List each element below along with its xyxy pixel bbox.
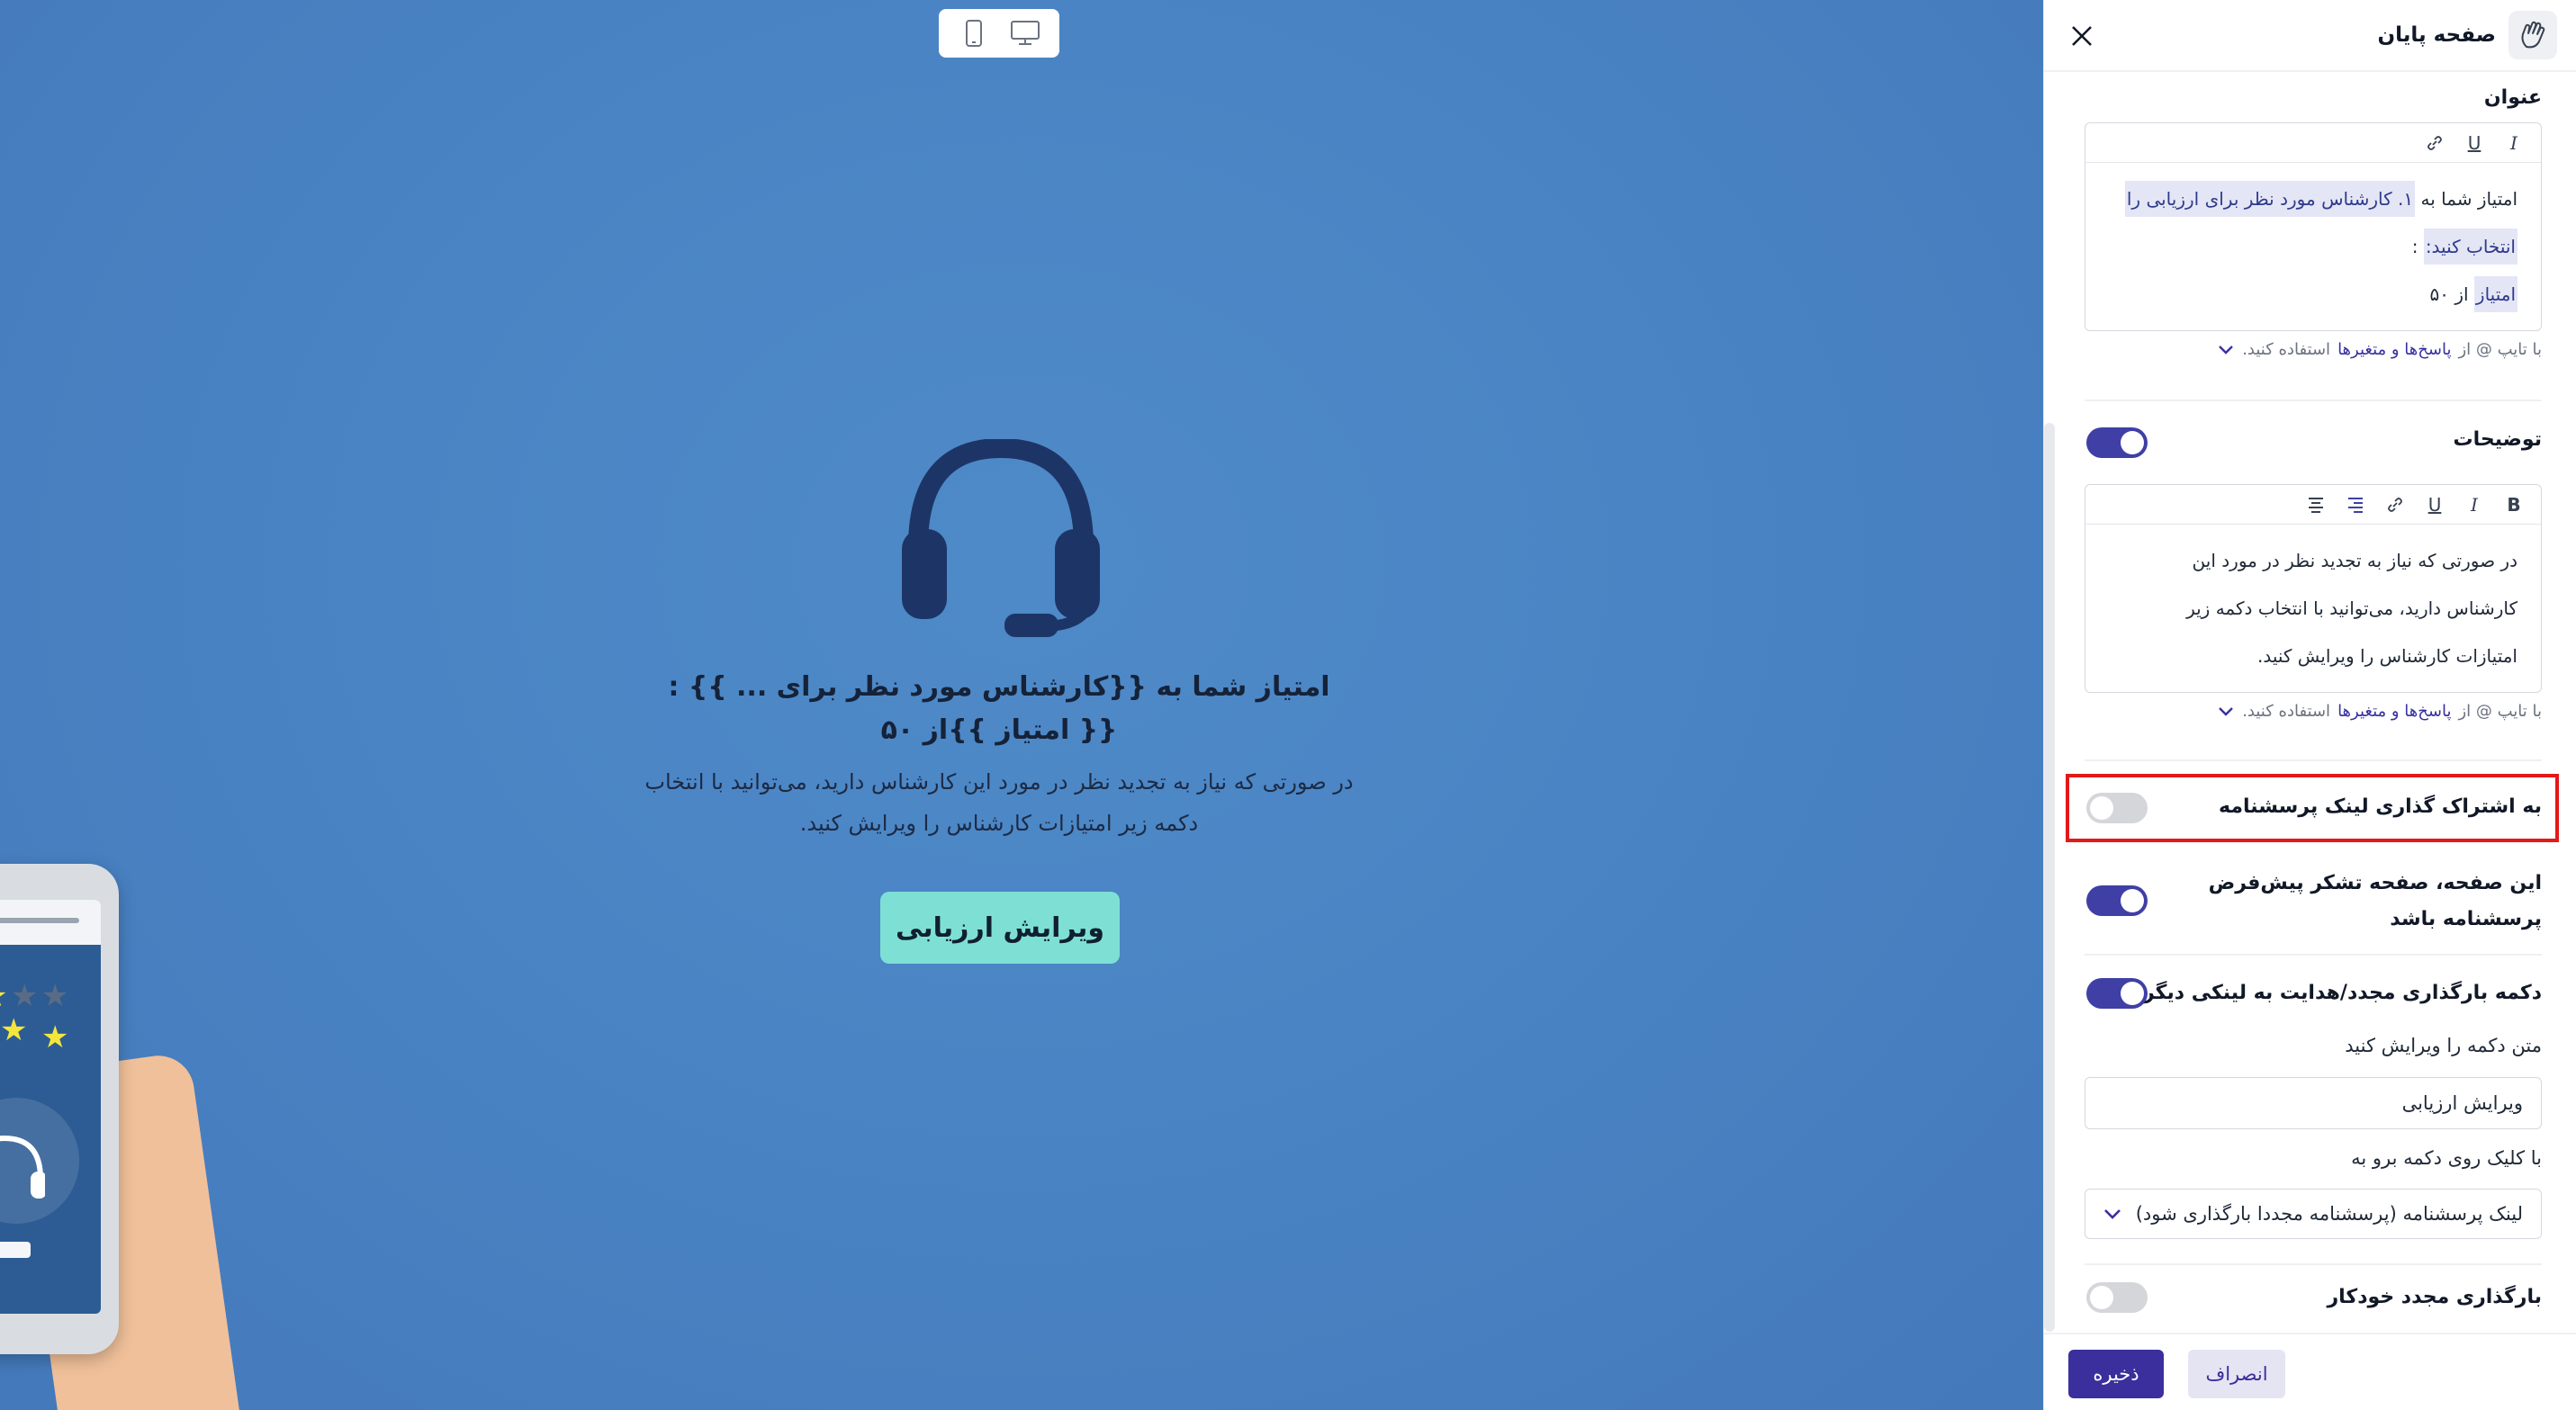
on-click-selected: لینک پرسشنامه (پرسشنامه مجددا بارگذاری ش…	[2135, 1203, 2523, 1225]
result-title-line2: {{ امتیاز }}از ۵۰	[880, 714, 1118, 746]
auto-reload-label: بارگذاری مجدد خودکار	[2327, 1286, 2542, 1308]
close-icon	[2072, 26, 2092, 46]
variable-chip: امتیاز	[2473, 276, 2517, 312]
preview-canvas: امتیاز شما به {{کارشناس مورد نظر برای ..…	[0, 0, 2043, 1410]
align-center-icon[interactable]	[2303, 492, 2328, 517]
result-description: در صورتی که نیاز به تجدید نظر در مورد ای…	[630, 761, 1368, 844]
panel-header: صفحه پایان	[2044, 0, 2576, 72]
divider	[2085, 400, 2542, 401]
underline-icon[interactable]: U	[2462, 130, 2487, 156]
close-button[interactable]	[2064, 18, 2100, 54]
title-editor[interactable]: I U امتیاز شما به ۱. کارشناس مورد نظر بر…	[2085, 122, 2542, 331]
default-thanks-label: این صفحه، صفحه تشکر پیش‌فرض پرسشنامه باش…	[2208, 872, 2542, 930]
underline-icon[interactable]: U	[2422, 492, 2447, 517]
description-label: توضیحات	[2453, 428, 2542, 451]
chevron-down-icon[interactable]	[2217, 341, 2235, 359]
panel-title: صفحه پایان	[2377, 23, 2497, 47]
chevron-down-icon	[2104, 1209, 2121, 1219]
result-description-line1: در صورتی که نیاز به تجدید نظر در مورد ای…	[644, 769, 1354, 795]
desktop-icon	[1010, 21, 1040, 45]
title-hint: با تایپ @ از پاسخ‌ها و متغیرها استفاده ک…	[2217, 340, 2542, 359]
phone-headset-icon	[0, 1135, 45, 1199]
on-click-label: با کلیک روی دکمه برو به	[2351, 1147, 2542, 1169]
title-editor-body[interactable]: امتیاز شما به ۱. کارشناس مورد نظر برای ا…	[2085, 163, 2541, 331]
star-icon: ★	[0, 981, 7, 1011]
result-title-line1: امتیاز شما به {{کارشناس مورد نظر برای ..…	[668, 671, 1330, 703]
settings-panel: صفحه پایان عنوان I U امتیاز شما به ۱. کا…	[2043, 0, 2576, 1410]
desktop-view-button[interactable]	[1004, 15, 1047, 51]
divider	[2085, 954, 2542, 956]
description-editor[interactable]: B I U در صورتی که نیاز به تجدید نظر در م…	[2085, 484, 2542, 693]
variable-chip: انتخاب کنید:	[2423, 229, 2517, 265]
panel-footer: ذخیره انصراف	[2044, 1333, 2576, 1410]
phone-screen: ★ ★ ★ ★ ★	[0, 900, 101, 1314]
star-icon: ★	[11, 978, 39, 1014]
button-text-label: متن دکمه را ویرایش کنید	[2345, 1035, 2542, 1056]
star-icon: ★	[41, 978, 69, 1014]
bold-icon[interactable]: B	[2501, 492, 2526, 517]
phone-topbar	[0, 900, 101, 945]
share-link-toggle[interactable]	[2086, 793, 2148, 823]
title-line3: امتیاز از ۵۰	[2109, 271, 2517, 319]
auto-reload-toggle[interactable]	[2086, 1282, 2148, 1313]
mobile-icon	[965, 20, 982, 47]
title-label: عنوان	[2483, 86, 2542, 109]
reload-button-label: دکمه بارگذاری مجدد/هدایت به لینکی دیگر	[2143, 982, 2542, 1004]
button-text-input[interactable]: ویرایش ارزیابی	[2085, 1077, 2542, 1129]
headset-icon	[902, 439, 1100, 637]
description-hint: با تایپ @ از پاسخ‌ها و متغیرها استفاده ک…	[2217, 702, 2542, 721]
device-toggle	[939, 9, 1059, 58]
reload-button-toggle[interactable]	[2086, 978, 2148, 1009]
description-editor-body[interactable]: در صورتی که نیاز به تجدید نظر در مورد ای…	[2085, 525, 2541, 693]
edit-evaluation-button[interactable]: ویرایش ارزیابی	[880, 892, 1120, 964]
title-line2: انتخاب کنید: :	[2109, 223, 2517, 271]
title-line1: امتیاز شما به ۱. کارشناس مورد نظر برای ا…	[2109, 175, 2517, 223]
mobile-view-button[interactable]	[952, 15, 995, 51]
cancel-button[interactable]: انصراف	[2188, 1350, 2285, 1398]
default-thanks-toggle[interactable]	[2086, 885, 2148, 916]
variable-chip: ۱. کارشناس مورد نظر برای ارزیابی را	[2124, 181, 2416, 217]
waving-hand-icon	[2521, 21, 2545, 49]
share-link-label: به اشتراک گذاری لینک پرسشنامه	[2219, 795, 2542, 818]
link-icon[interactable]	[2382, 492, 2408, 517]
phone-illustration: ★ ★ ★ ★ ★	[0, 864, 119, 1354]
star-icon: ★	[41, 1019, 69, 1055]
align-right-icon[interactable]	[2343, 492, 2368, 517]
divider	[2085, 759, 2542, 761]
description-toggle[interactable]	[2086, 427, 2148, 458]
title-editor-toolbar: I U	[2085, 123, 2541, 163]
chevron-down-icon[interactable]	[2217, 703, 2235, 721]
divider	[2085, 1263, 2542, 1265]
phone-pill	[0, 1242, 31, 1258]
italic-icon[interactable]: I	[2501, 130, 2526, 156]
result-title: امتیاز شما به {{کارشناس مورد نظر برای ..…	[630, 666, 1368, 752]
link-icon[interactable]	[2422, 130, 2447, 156]
save-button[interactable]: ذخیره	[2068, 1350, 2164, 1398]
header-icon-box	[2508, 11, 2557, 59]
on-click-select[interactable]: لینک پرسشنامه (پرسشنامه مجددا بارگذاری ش…	[2085, 1189, 2542, 1239]
description-editor-toolbar: B I U	[2085, 485, 2541, 525]
result-description-line2: دکمه زیر امتیازات کارشناس را ویرایش کنید…	[799, 811, 1199, 836]
italic-icon[interactable]: I	[2462, 492, 2487, 517]
star-icon: ★	[0, 1012, 28, 1048]
scrollbar[interactable]	[2044, 423, 2055, 1332]
